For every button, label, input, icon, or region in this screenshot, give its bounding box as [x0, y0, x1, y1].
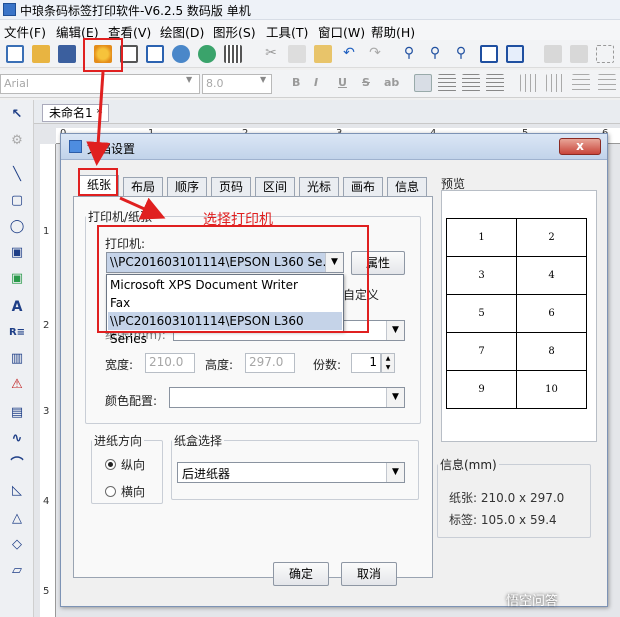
annotation-arrows	[86, 71, 166, 220]
watermark: 悟空问答	[506, 594, 559, 609]
arrow-to-printer-select	[119, 196, 166, 220]
arrow-to-paper-tab	[86, 71, 111, 166]
